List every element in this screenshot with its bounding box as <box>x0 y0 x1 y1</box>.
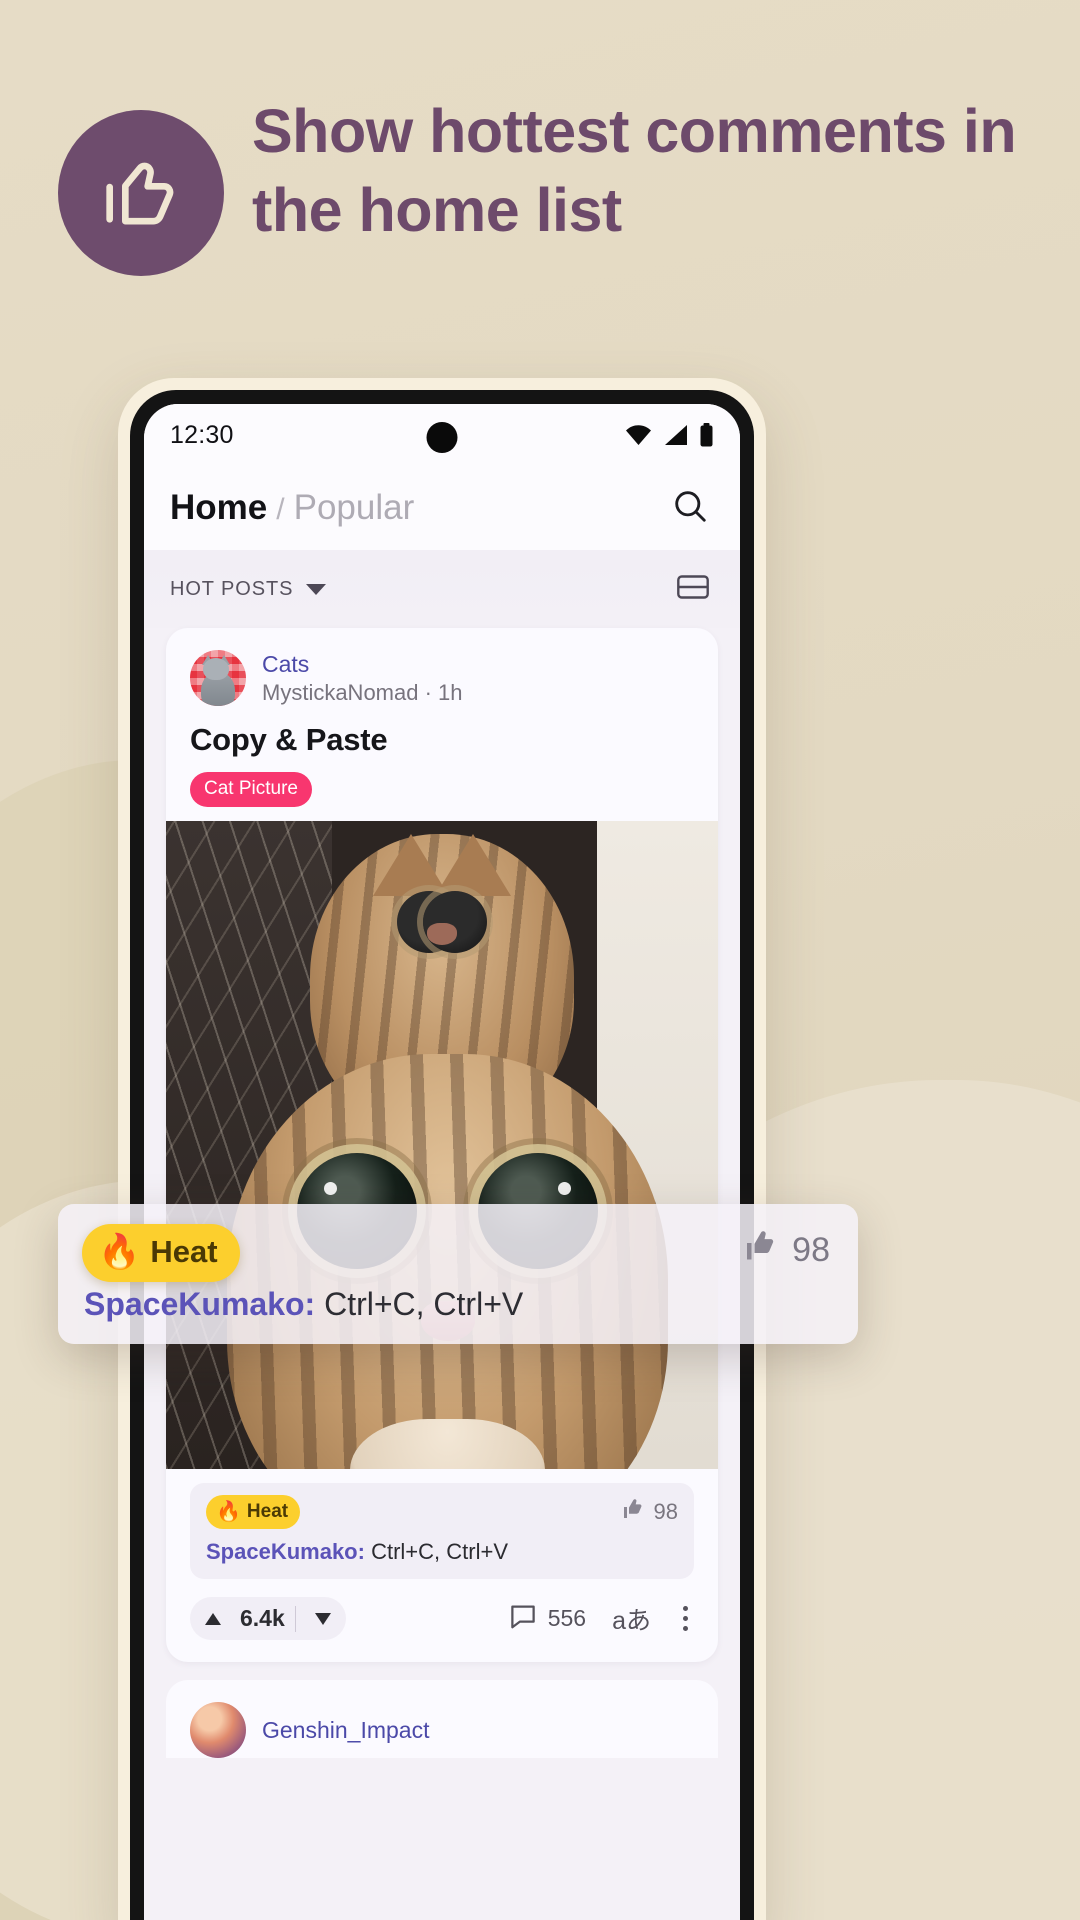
hot-comment-likes[interactable]: 98 <box>622 1497 678 1527</box>
subreddit-link-next[interactable]: Genshin_Impact <box>262 1717 429 1744</box>
post-card[interactable]: Cats MystickaNomad · 1h Copy & Paste Cat… <box>166 628 718 1662</box>
dot <box>683 1626 688 1631</box>
promo-title: Show hottest comments in the home list <box>252 97 1017 245</box>
hot-comment-text: SpaceKumako: Ctrl+C, Ctrl+V <box>206 1539 678 1565</box>
dot <box>683 1616 688 1621</box>
cat-photo-illustration <box>166 821 718 1469</box>
post-flair[interactable]: Cat Picture <box>190 772 312 807</box>
filter-bar: HOT POSTS <box>144 550 740 628</box>
hot-comment-like-count: 98 <box>653 1499 678 1524</box>
action-buttons: 556 aあ <box>508 1601 694 1637</box>
hot-comment-highlight-overlay[interactable]: 🔥 Heat 98 SpaceKumako: Ctrl+C, Ctrl+V <box>58 1204 858 1344</box>
cat-upper-nose <box>426 923 457 946</box>
search-button[interactable] <box>666 484 714 532</box>
post-flair-row: Cat Picture <box>166 758 718 821</box>
phone-frame: 12:30 Home / Popular HOT POSTS Cats Myst… <box>130 390 754 1920</box>
breadcrumb-home[interactable]: Home <box>170 488 267 528</box>
hot-comment-row[interactable]: 🔥 Heat 98 SpaceKumako: Ctrl+C, Ctrl+V <box>190 1483 694 1579</box>
post-feed: Cats MystickaNomad · 1h Copy & Paste Cat… <box>144 628 740 1758</box>
overlay-likes[interactable]: 98 <box>744 1228 830 1273</box>
phone-screen: 12:30 Home / Popular HOT POSTS Cats Myst… <box>144 404 740 1920</box>
cellular-signal-icon <box>663 424 688 446</box>
thumbs-up-icon[interactable] <box>622 1497 646 1527</box>
subreddit-avatar-next[interactable] <box>190 1702 246 1758</box>
overlay-inner: 🔥 Heat 98 SpaceKumako: Ctrl+C, Ctrl+V <box>58 1204 858 1344</box>
breadcrumb-separator: / <box>276 493 285 526</box>
vote-divider <box>294 1605 296 1632</box>
cat-lower-muzzle <box>350 1418 545 1469</box>
overlay-heat-label: Heat <box>150 1234 218 1269</box>
search-icon[interactable] <box>671 487 709 530</box>
status-bar: 12:30 <box>144 404 740 466</box>
thumbs-up-badge <box>58 110 224 276</box>
breadcrumb-popular[interactable]: Popular <box>294 488 415 528</box>
avatar-cat-head <box>203 658 229 680</box>
more-vertical-icon[interactable] <box>677 1606 694 1631</box>
chevron-down-icon[interactable] <box>306 583 327 595</box>
camera-punch-hole <box>426 422 458 453</box>
upvote-button[interactable] <box>196 1611 230 1627</box>
hot-comment-author[interactable]: SpaceKumako: <box>206 1539 365 1564</box>
flame-icon: 🔥 <box>98 1233 141 1271</box>
post-action-bar: 6.4k 556 aあ <box>166 1579 718 1662</box>
overlay-like-count: 98 <box>792 1231 830 1269</box>
downvote-button[interactable] <box>306 1611 340 1627</box>
promo-header: Show hottest comments in the home list <box>0 0 1080 360</box>
post-header-next: Genshin_Impact <box>190 1702 694 1758</box>
sort-selector[interactable]: HOT POSTS <box>170 577 327 601</box>
post-author-line: MystickaNomad · 1h <box>262 679 463 705</box>
post-header: Cats MystickaNomad · 1h <box>166 628 718 706</box>
flame-icon: 🔥 <box>216 1501 241 1523</box>
comment-icon[interactable] <box>508 1601 538 1637</box>
heat-badge-label: Heat <box>246 1500 289 1522</box>
breadcrumb[interactable]: Home / Popular <box>170 488 414 528</box>
hot-comment-top: 🔥 Heat 98 <box>206 1495 678 1529</box>
dot <box>683 1606 688 1611</box>
thumbs-up-icon <box>94 146 188 240</box>
heat-badge: 🔥 Heat <box>206 1495 301 1529</box>
overlay-comment-author[interactable]: SpaceKumako: <box>84 1286 315 1322</box>
vote-control[interactable]: 6.4k <box>190 1597 346 1640</box>
post-card-next[interactable]: Genshin_Impact <box>166 1680 718 1758</box>
phone-mockup: 12:30 Home / Popular HOT POSTS Cats Myst… <box>118 378 766 1920</box>
post-meta: Cats MystickaNomad · 1h <box>262 651 463 706</box>
comment-count: 556 <box>547 1605 587 1631</box>
sort-label: HOT POSTS <box>170 577 294 600</box>
overlay-heat-badge: 🔥 Heat <box>82 1224 240 1282</box>
overlay-comment-text: SpaceKumako: Ctrl+C, Ctrl+V <box>84 1286 523 1323</box>
card-layout-icon[interactable] <box>676 573 710 606</box>
status-time: 12:30 <box>170 420 234 449</box>
status-icons <box>625 423 714 447</box>
comments-button[interactable]: 556 <box>508 1601 586 1637</box>
vote-score: 6.4k <box>240 1605 285 1631</box>
post-title[interactable]: Copy & Paste <box>166 706 718 758</box>
app-bar: Home / Popular <box>144 466 740 550</box>
thumbs-up-icon[interactable] <box>744 1228 780 1273</box>
layout-toggle-button[interactable] <box>672 568 714 610</box>
post-image[interactable] <box>166 821 718 1469</box>
subreddit-link[interactable]: Cats <box>262 651 463 678</box>
overlay-comment-body: Ctrl+C, Ctrl+V <box>324 1286 524 1322</box>
cat-upper-ear-right <box>434 833 511 896</box>
wifi-icon <box>625 424 652 446</box>
battery-icon <box>699 423 714 447</box>
translate-button[interactable]: aあ <box>612 1601 651 1637</box>
hot-comment-body: Ctrl+C, Ctrl+V <box>371 1539 508 1564</box>
subreddit-avatar[interactable] <box>190 650 246 706</box>
